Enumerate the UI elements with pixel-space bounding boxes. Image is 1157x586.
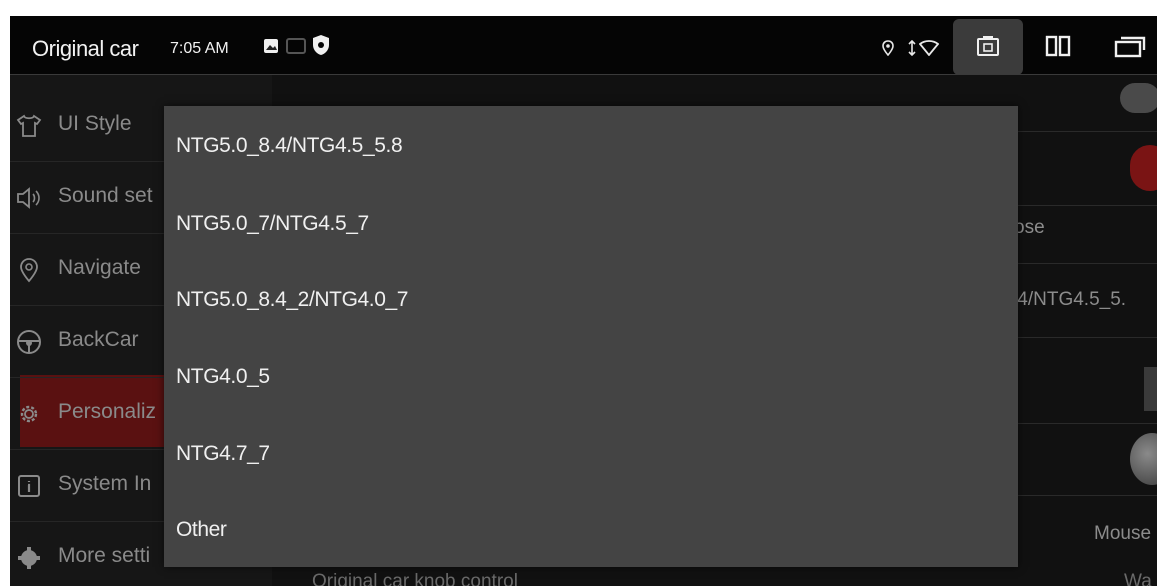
location-icon: [882, 40, 894, 61]
option-label: NTG4.7_7: [176, 442, 270, 465]
sidebar-item-label: Sound set: [58, 184, 153, 207]
dropdown-option[interactable]: NTG5.0_8.4_2/NTG4.0_7: [164, 260, 1018, 336]
head-unit-screen: Original car 7:05 AM UI Style Sound set …: [10, 16, 1157, 586]
recent-windows-icon[interactable]: [1114, 34, 1146, 63]
location-pin-icon: [16, 257, 42, 283]
content-divider: [1012, 131, 1157, 132]
shirt-icon: [16, 113, 42, 139]
version-dropdown-list: NTG5.0_8.4/NTG4.5_5.8 NTG5.0_7/NTG4.5_7 …: [164, 106, 1018, 567]
split-screen-icon[interactable]: [1045, 34, 1071, 63]
speaker-icon: [16, 185, 42, 211]
knob-control-label: Original car knob control: [312, 571, 518, 586]
dropdown-option[interactable]: NTG4.7_7: [164, 414, 1018, 490]
toggle-knob[interactable]: [1120, 83, 1157, 113]
data-transfer-icon: [908, 39, 916, 61]
round-knob[interactable]: [1130, 433, 1157, 485]
app-title: Original car: [32, 36, 139, 61]
info-icon: [16, 473, 42, 499]
partial-selected-value: .4/NTG4.5_5.: [1012, 289, 1127, 310]
gear-icon: [16, 401, 42, 427]
dropdown-option[interactable]: NTG5.0_8.4/NTG4.5_5.8: [164, 106, 1018, 182]
status-bar: Original car 7:05 AM: [10, 16, 1157, 75]
sidebar-item-label: UI Style: [58, 112, 132, 135]
cast-icon: [286, 38, 306, 59]
more-settings-icon: [16, 545, 42, 571]
sidebar-item-label: Navigate: [58, 256, 141, 279]
content-divider: [1012, 263, 1157, 264]
shield-icon: [312, 34, 330, 61]
option-label: Other: [176, 518, 227, 541]
dropdown-option[interactable]: Other: [164, 490, 1018, 566]
image-icon: [263, 38, 279, 59]
status-time: 7:05 AM: [170, 40, 229, 57]
checkbox[interactable]: [1144, 367, 1157, 411]
dropdown-option[interactable]: NTG4.0_5: [164, 337, 1018, 413]
content-divider: [1012, 205, 1157, 206]
sidebar-item-label: System In: [58, 472, 152, 495]
steering-wheel-icon: [16, 329, 42, 355]
red-toggle[interactable]: [1130, 145, 1157, 191]
content-divider: [1012, 423, 1157, 424]
sidebar-item-label: BackCar: [58, 328, 139, 351]
option-label: NTG5.0_8.4_2/NTG4.0_7: [176, 288, 409, 311]
screenshot-icon[interactable]: [976, 34, 1000, 63]
wifi-icon: [918, 40, 940, 61]
dropdown-option[interactable]: NTG5.0_7/NTG4.5_7: [164, 184, 1018, 260]
content-divider: [1012, 495, 1157, 496]
option-label: NTG4.0_5: [176, 365, 270, 388]
option-label: NTG5.0_8.4/NTG4.5_5.8: [176, 134, 403, 157]
content-divider: [1012, 337, 1157, 338]
sidebar-item-label: Personaliz: [58, 400, 157, 423]
mouse-option-text: Mouse: [1094, 523, 1152, 544]
partial-text: Wa: [1124, 571, 1152, 586]
sidebar-item-label: More setti: [58, 544, 151, 567]
option-label: NTG5.0_7/NTG4.5_7: [176, 212, 369, 235]
partial-setting-text: ose: [1014, 217, 1045, 238]
